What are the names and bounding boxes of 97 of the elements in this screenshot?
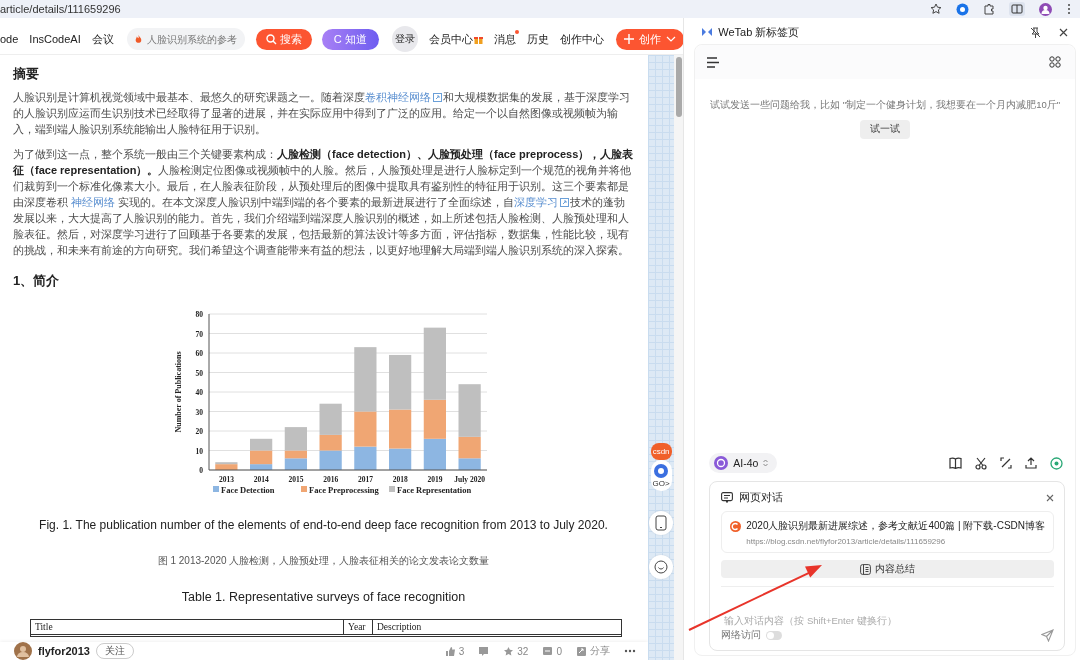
table-header-cell: Title xyxy=(31,620,344,634)
avatar xyxy=(14,642,32,660)
link[interactable]: 深度学习 xyxy=(514,196,571,208)
logo-icon xyxy=(702,28,713,36)
toolbar-button[interactable]: 3 xyxy=(444,644,465,658)
bar xyxy=(249,438,272,451)
link[interactable]: 神经网络 xyxy=(71,196,116,208)
thumbs-up-icon xyxy=(444,645,456,657)
extension-icon[interactable] xyxy=(956,2,969,16)
bar xyxy=(423,438,446,470)
author-name[interactable]: flyfor2013 xyxy=(38,645,90,657)
search-field[interactable]: 人脸识别系统的参考 xyxy=(126,28,245,50)
share-icon xyxy=(576,645,587,657)
toolbar-button[interactable]: 分享 xyxy=(576,644,610,658)
new-chat-icon[interactable] xyxy=(1050,456,1063,470)
chat-icon xyxy=(721,492,734,503)
figure-caption: Fig. 1. The publication number of the elements of end-to-end deep face recognition from 2013 to July 2020. xyxy=(38,518,609,532)
legend-label: Face Detection xyxy=(220,485,275,495)
nav-link[interactable]: ode xyxy=(0,33,19,45)
grid-icon[interactable] xyxy=(1049,56,1061,68)
nav-link[interactable]: 创作中心 xyxy=(559,31,604,47)
star-icon[interactable] xyxy=(930,3,942,15)
close-icon[interactable] xyxy=(1046,493,1054,502)
bar xyxy=(319,450,342,470)
chat-composer[interactable]: 网页对话 2020人脸识别最新进展综述，参考文献近400篇 | 附下载-CSDN博客 https://blog.csdn.net/flyfor2013/article/details/111659296 内容总结 输入对话内容（按 Shift+Enter 键换行） 网络访问 xyxy=(709,481,1065,651)
paragraph: 为了做到这一点，整个系统一般由三个关键要素构成：人脸检测（face detection）、人脸预处理（face preprocess），人脸表征（face representation）。人脸检测定位图像或视频帧中的人脸。然后，人脸预处理是进行人脸标定到一个规范的视角并将他们裁剪到一个标准化像素大小。最后，在人脸表征阶段，从预处理后的图像中提取具有鉴别性的特征用于识别。这三个要素都是由深度卷积 神经网络 实现的。在本文深度人脸识别中端到端的各个要素的最新进展进行了全面综述，自深度学习 技术的蓬勃发展以来，大大提高了人脸识别的能力。首先，我们介绍端到端深度人脸识别的概述，如上所述包括人脸检测、人脸预处理和人脸表征。然后，对深度学习进行了回顾基于各要素的发展，包括最新的算法设计等多方面，评估指标，数据集，性能比较，现有的挑战，和未来有前途的方向研究。我们希望这个调查能带来有益的想法，以更好地理解大局端到端人脸识别系统的深入探索。 xyxy=(13,147,634,258)
nav-link[interactable]: 会员中心 xyxy=(428,31,483,47)
toolbar-button[interactable]: 0 xyxy=(542,644,562,658)
csdn-icon xyxy=(730,520,742,532)
close-icon[interactable] xyxy=(1059,27,1068,37)
nav-link[interactable]: 会议 xyxy=(91,31,114,47)
chat-button[interactable] xyxy=(649,555,674,579)
table-header-cell: Year xyxy=(344,620,373,634)
scissors-icon[interactable] xyxy=(975,456,987,470)
section-heading: 摘要 xyxy=(13,66,40,83)
legend-label: Face Representation xyxy=(396,485,471,495)
assistant-icon xyxy=(653,463,670,479)
axis-title: Number of Publications xyxy=(173,351,183,433)
summary-button[interactable]: 内容总结 xyxy=(721,560,1054,578)
page-url: https://blog.csdn.net/flyfor2013/article/details/111659296 xyxy=(745,537,947,546)
puzzle-icon[interactable] xyxy=(983,3,995,15)
legend-swatch xyxy=(300,486,307,492)
speech-icon xyxy=(478,645,490,657)
address-bar-url[interactable]: article/details/111659296 xyxy=(0,3,121,15)
phone-button[interactable] xyxy=(649,511,674,535)
zhidao-button[interactable]: C 知道 xyxy=(321,28,379,50)
profile-icon[interactable] xyxy=(1039,2,1052,16)
book-icon[interactable] xyxy=(949,457,962,469)
model-icon xyxy=(714,456,729,470)
bar xyxy=(388,354,411,410)
follow-button[interactable]: 关注 xyxy=(96,643,134,659)
external-link-icon[interactable] xyxy=(560,198,570,207)
document-icon xyxy=(860,563,872,575)
comment-icon xyxy=(542,645,554,657)
phone-icon xyxy=(655,515,668,531)
star-icon xyxy=(503,645,515,657)
notification-dot xyxy=(514,29,519,34)
side-panel-icon[interactable] xyxy=(1009,2,1025,16)
try-button[interactable]: 试一试 xyxy=(860,120,911,139)
updown-icon xyxy=(763,459,769,467)
more-icon xyxy=(624,649,636,653)
search-icon xyxy=(265,33,277,45)
figure-caption: 图 1 2013-2020 人脸检测，人脸预处理，人脸表征相关的论文发表论文数量 xyxy=(156,554,491,568)
chat-title: 网页对话 xyxy=(739,490,785,505)
menu-icon[interactable] xyxy=(707,56,720,68)
network-access-label: 网络访问 xyxy=(721,629,762,642)
go-button[interactable]: GO> xyxy=(650,460,672,491)
bar xyxy=(284,458,307,470)
nav-link[interactable]: 消息 xyxy=(493,31,516,47)
legend-swatch xyxy=(388,486,395,492)
upload-icon[interactable] xyxy=(1025,457,1037,469)
caret-icon xyxy=(665,36,676,42)
paragraph: 人脸识别是计算机视觉领域中最基本、最悠久的研究课题之一。随着深度卷积神经网络 和大规模数据集的发展，基于深度学习的人脸识别应运而生识别技术已经取得了显著的进展，并在实际应用中得到了广泛的应用。给定一个以自然图像或视频帧为输入，端到端人脸识别系统能输出人脸特征用于识别。 xyxy=(13,90,631,137)
toolbar-button[interactable]: 32 xyxy=(503,644,529,658)
unpin-icon[interactable] xyxy=(1030,26,1041,38)
panel-title: WeTab 新标签页 xyxy=(718,24,801,40)
table-title: Table 1. Representative surveys of face recognition xyxy=(180,590,467,604)
legend-swatch xyxy=(212,486,219,492)
scrollbar-thumb[interactable] xyxy=(675,57,682,117)
login-button[interactable]: 登录 xyxy=(391,26,418,52)
send-icon[interactable] xyxy=(1041,629,1054,642)
hint-text: 试试发送一些问题给我，比如 "制定一个健身计划，我想要在一个月内减肥10斤" xyxy=(710,99,1061,112)
section-heading: 1、简介 xyxy=(13,272,61,290)
page-title: 2020人脸识别最新进展综述，参考文献近400篇 | 附下载-CSDN博客 xyxy=(746,519,1045,533)
link[interactable]: 卷积神经网络 xyxy=(365,91,443,103)
table-header-cell-text: Description xyxy=(376,621,423,634)
nav-link[interactable]: InsCodeAI xyxy=(29,33,81,45)
smiley-icon xyxy=(654,560,669,574)
legend-label: Face Preprocessing xyxy=(308,485,379,495)
page-card[interactable]: 2020人脸识别最新进展综述，参考文献近400篇 | 附下载-CSDN博客 https://blog.csdn.net/flyfor2013/article/details/111659296 xyxy=(721,511,1054,553)
external-link-icon[interactable] xyxy=(433,93,442,102)
plus-icon xyxy=(623,34,634,44)
model-selector[interactable]: AI-4o xyxy=(709,453,778,473)
gift-icon xyxy=(473,34,483,44)
network-access-toggle[interactable] xyxy=(766,631,783,640)
flame-icon xyxy=(134,34,142,44)
nav-link[interactable]: 历史 xyxy=(526,31,549,47)
